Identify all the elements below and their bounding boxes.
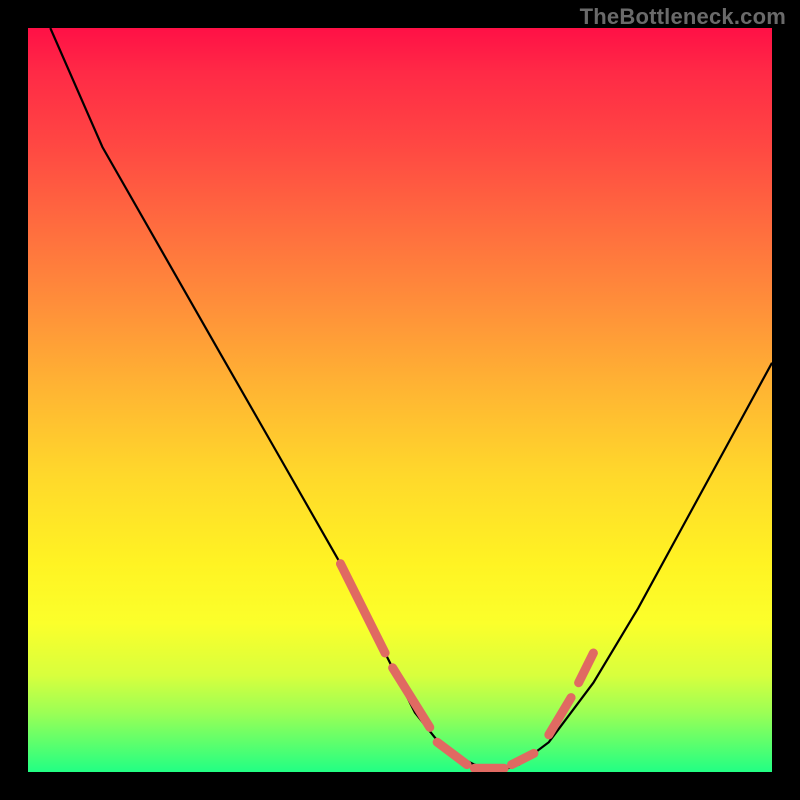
highlight-dash [393,668,430,728]
highlight-dash [512,753,534,764]
plot-area [28,28,772,772]
highlight-dashes-group [341,564,594,769]
chart-svg [28,28,772,772]
main-curve-group [50,28,772,772]
chart-frame: TheBottleneck.com [0,0,800,800]
highlight-dash [579,653,594,683]
main-curve-path [50,28,772,772]
highlight-dash [437,742,467,764]
watermark-text: TheBottleneck.com [580,4,786,30]
highlight-dash [341,564,386,653]
